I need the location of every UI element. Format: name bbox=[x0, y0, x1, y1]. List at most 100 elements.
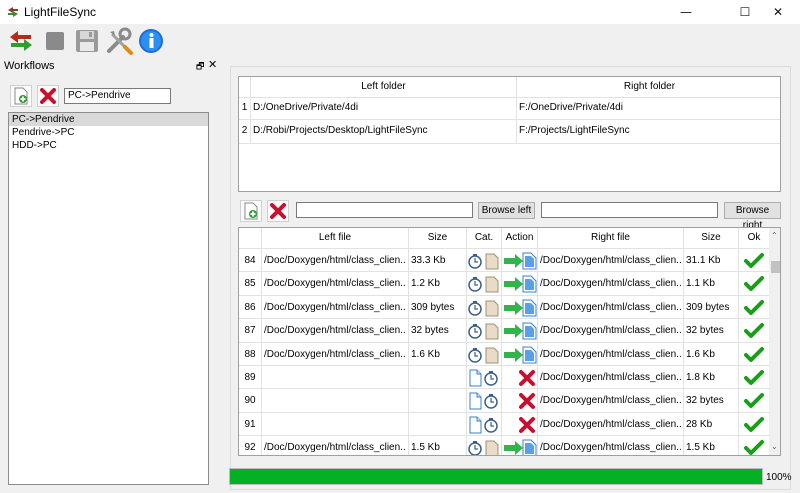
left-folder-input[interactable] bbox=[296, 202, 473, 218]
folder-left-cell[interactable]: D:/OneDrive/Private/4di bbox=[253, 102, 513, 114]
right-size-cell: 28 Kb bbox=[686, 418, 713, 430]
folder-right-cell[interactable]: F:/Projects/LightFileSync bbox=[519, 125, 779, 137]
new-file-icon bbox=[469, 369, 498, 387]
right-file-cell[interactable]: /Doc/Doxygen/html/class_clien... bbox=[540, 372, 682, 384]
dock-close-icon[interactable]: ✕ bbox=[208, 58, 217, 71]
settings-button[interactable] bbox=[104, 26, 134, 56]
scrollbar-thumb[interactable] bbox=[771, 261, 780, 273]
files-table[interactable]: Left file Size Cat. Action Right file Si… bbox=[238, 227, 781, 456]
file-row-number: 91 bbox=[244, 418, 256, 430]
delete-right-icon[interactable] bbox=[503, 392, 537, 410]
delete-right-icon[interactable] bbox=[503, 369, 537, 387]
check-icon bbox=[744, 323, 764, 339]
folder-row-number: 1 bbox=[241, 102, 248, 113]
right-file-cell[interactable]: /Doc/Doxygen/html/class_clien... bbox=[540, 419, 682, 431]
right-file-cell[interactable]: /Doc/Doxygen/html/class_clien... bbox=[540, 349, 682, 361]
left-file-cell[interactable]: /Doc/Doxygen/html/class_clien... bbox=[264, 325, 406, 337]
browse-left-button[interactable]: Browse left bbox=[478, 202, 535, 219]
right-folder-input[interactable] bbox=[541, 202, 718, 218]
file-row[interactable]: 86/Doc/Doxygen/html/class_clien... 309 by… bbox=[239, 296, 769, 320]
right-file-cell[interactable]: /Doc/Doxygen/html/class_clien... bbox=[540, 395, 682, 407]
copy-right-arrow-icon[interactable] bbox=[503, 322, 537, 340]
file-row[interactable]: 90/Doc/Doxygen/html/class_clien... 32 byt… bbox=[239, 389, 769, 413]
folders-table[interactable]: Left folder Right folder 1 D:/OneDrive/P… bbox=[238, 76, 781, 192]
left-size-header: Size bbox=[427, 232, 448, 243]
stop-button[interactable] bbox=[40, 26, 70, 56]
remove-workflow-button[interactable] bbox=[37, 85, 59, 107]
sync-button[interactable] bbox=[6, 26, 36, 56]
file-row[interactable]: 89/Doc/Doxygen/html/class_clien... 1.8 Kb bbox=[239, 366, 769, 390]
file-row[interactable]: 84/Doc/Doxygen/html/class_clien... 33.3 K… bbox=[239, 249, 769, 273]
file-row[interactable]: 87/Doc/Doxygen/html/class_clien... 32 byt… bbox=[239, 319, 769, 343]
workflow-item[interactable]: PC->Pendrive bbox=[9, 113, 208, 126]
left-size-cell: 1.5 Kb bbox=[411, 442, 440, 454]
add-folder-pair-button[interactable] bbox=[240, 200, 262, 222]
progress-fill bbox=[230, 469, 762, 484]
right-size-cell: 1.1 Kb bbox=[686, 278, 715, 290]
workflow-item[interactable]: HDD->PC bbox=[9, 139, 208, 152]
copy-right-arrow-icon[interactable] bbox=[503, 346, 537, 364]
timestamp-file-icon bbox=[468, 347, 499, 364]
action-header: Action bbox=[505, 232, 534, 243]
right-file-cell[interactable]: /Doc/Doxygen/html/class_clien... bbox=[540, 325, 682, 337]
timestamp-file-icon bbox=[468, 276, 499, 293]
left-file-cell[interactable]: /Doc/Doxygen/html/class_clien... bbox=[264, 349, 406, 361]
workflow-list[interactable]: PC->Pendrive Pendrive->PC HDD->PC bbox=[8, 112, 209, 485]
file-row[interactable]: 85/Doc/Doxygen/html/class_clien... 1.2 Kb… bbox=[239, 272, 769, 296]
delete-icon bbox=[40, 88, 56, 104]
right-file-cell[interactable]: /Doc/Doxygen/html/class_clien... bbox=[540, 302, 682, 314]
right-file-cell[interactable]: /Doc/Doxygen/html/class_clien... bbox=[540, 255, 682, 267]
right-size-cell: 309 bytes bbox=[686, 301, 730, 313]
workflows-dock-title: Workflows 🗗 ✕ bbox=[3, 58, 217, 75]
file-row[interactable]: 88/Doc/Doxygen/html/class_clien... 1.6 Kb… bbox=[239, 343, 769, 366]
browse-right-button[interactable]: Browse right bbox=[724, 202, 781, 231]
copy-right-arrow-icon[interactable] bbox=[503, 439, 537, 456]
workflow-item[interactable]: Pendrive->PC bbox=[9, 126, 208, 139]
settings-tools-icon bbox=[107, 27, 133, 55]
copy-right-arrow-icon[interactable] bbox=[503, 299, 537, 317]
add-file-icon bbox=[244, 202, 258, 220]
file-row-number: 87 bbox=[244, 325, 256, 337]
add-workflow-button[interactable] bbox=[10, 85, 32, 107]
left-file-cell[interactable]: /Doc/Doxygen/html/class_clien... bbox=[264, 442, 406, 454]
copy-right-arrow-icon[interactable] bbox=[503, 275, 537, 293]
right-file-cell[interactable]: /Doc/Doxygen/html/class_clien... bbox=[540, 442, 682, 454]
file-row-number: 85 bbox=[244, 278, 256, 290]
left-file-cell[interactable]: /Doc/Doxygen/html/class_clien... bbox=[264, 278, 406, 290]
check-icon bbox=[744, 346, 764, 362]
delete-right-icon[interactable] bbox=[503, 416, 537, 434]
left-file-cell[interactable]: /Doc/Doxygen/html/class_clien... bbox=[264, 255, 406, 267]
save-button[interactable] bbox=[72, 26, 102, 56]
copy-right-arrow-icon[interactable] bbox=[503, 252, 537, 270]
progress-text: 100% bbox=[766, 472, 792, 483]
right-size-cell: 1.5 Kb bbox=[686, 442, 715, 454]
save-icon bbox=[76, 30, 98, 52]
file-row-number: 90 bbox=[244, 395, 256, 407]
close-button[interactable]: ✕ bbox=[756, 0, 800, 24]
minimize-button[interactable]: — bbox=[663, 0, 709, 24]
left-size-cell: 32 bytes bbox=[411, 325, 449, 337]
title-bar: LightFileSync — ☐ ✕ bbox=[0, 0, 800, 24]
remove-folder-pair-button[interactable] bbox=[267, 200, 289, 222]
vertical-scrollbar[interactable]: ⌃ ⌄ bbox=[769, 228, 780, 455]
sync-icon bbox=[10, 31, 32, 51]
left-size-cell: 33.3 Kb bbox=[411, 255, 446, 266]
right-file-cell[interactable]: /Doc/Doxygen/html/class_clien... bbox=[540, 278, 682, 290]
left-file-cell[interactable]: /Doc/Doxygen/html/class_clien... bbox=[264, 302, 406, 314]
scroll-down-icon[interactable]: ⌄ bbox=[771, 442, 778, 451]
check-icon bbox=[744, 416, 764, 432]
timestamp-file-icon bbox=[468, 323, 499, 340]
folder-left-cell[interactable]: D:/Robi/Projects/Desktop/LightFileSync bbox=[253, 125, 513, 137]
left-file-header: Left file bbox=[318, 232, 352, 243]
scroll-up-icon[interactable]: ⌃ bbox=[771, 231, 778, 240]
dock-float-icon[interactable]: 🗗 bbox=[196, 59, 204, 75]
right-size-cell: 1.6 Kb bbox=[686, 348, 715, 360]
workflows-title: Workflows bbox=[4, 60, 55, 72]
file-row[interactable]: 91/Doc/Doxygen/html/class_clien... 28 Kb bbox=[239, 413, 769, 437]
info-button[interactable] bbox=[136, 26, 166, 56]
workflow-name-input[interactable]: PC->Pendrive bbox=[64, 88, 171, 104]
file-row[interactable]: 92/Doc/Doxygen/html/class_clien... 1.5 Kb… bbox=[239, 436, 769, 456]
folder-right-cell[interactable]: F:/OneDrive/Private/4di bbox=[519, 102, 779, 114]
toolbar bbox=[0, 24, 800, 58]
file-row-number: 89 bbox=[244, 372, 256, 383]
